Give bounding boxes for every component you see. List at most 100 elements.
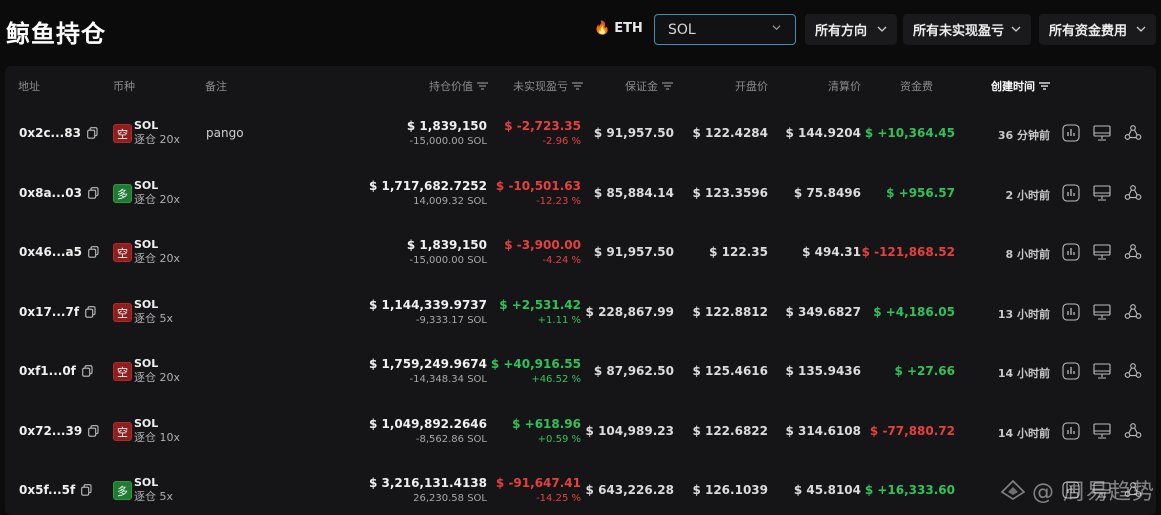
coin-cell: SOL 逐仓 5x (134, 298, 173, 326)
chart-icon[interactable] (1062, 303, 1080, 321)
address-cell[interactable]: 0x17...7f (19, 305, 96, 319)
address-text: 0x2c...83 (19, 126, 81, 140)
table-row[interactable]: 0x5f...5f 多 SOL 逐仓 5x $ 3,216,131.4138 2… (5, 461, 1156, 515)
share-icon[interactable] (1124, 422, 1142, 440)
monitor-icon[interactable] (1093, 243, 1111, 261)
address-text: 0x17...7f (19, 305, 80, 319)
position-value-cell: $ 3,216,131.4138 26,230.58 SOL (369, 476, 487, 506)
chart-icon[interactable] (1062, 184, 1080, 202)
created-time-cell: 14 小时前 (997, 427, 1050, 440)
copy-icon[interactable] (82, 365, 93, 377)
watermark-logo-icon (1000, 479, 1026, 500)
monitor-icon[interactable] (1093, 422, 1111, 440)
table-row[interactable]: 0xf1...0f 空 SOL 逐仓 20x $ 1,759,249.9674 … (5, 342, 1156, 402)
copy-icon[interactable] (81, 484, 92, 496)
monitor-icon[interactable] (1093, 184, 1111, 202)
monitor-icon[interactable] (1093, 124, 1111, 142)
entry-price-cell: $ 122.4284 (692, 126, 768, 140)
coin-search-select[interactable] (654, 14, 796, 45)
position-value: $ 1,144,339.9737 (368, 298, 487, 312)
unrealized-pnl: $ -2,723.35 (504, 119, 581, 133)
share-icon[interactable] (1124, 243, 1142, 261)
header-margin[interactable]: 保证金 (625, 78, 673, 94)
header-coin: 币种 (113, 80, 135, 93)
address-cell[interactable]: 0x5f...5f (19, 483, 92, 497)
funding-filter[interactable]: 所有资金费用 (1039, 14, 1156, 45)
coin-tab-eth[interactable]: 🔥 ETH (594, 21, 643, 36)
created-time-cell: 13 小时前 (997, 308, 1050, 321)
unrealized-pnl-cell: $ +40,916.55 +46.52 % (491, 357, 581, 387)
margin-mode: 逐仓 5x (134, 312, 174, 325)
header-unrealized-pnl[interactable]: 未实现盈亏 (513, 78, 583, 94)
side-badge: 空 (113, 124, 132, 143)
position-qty: -15,000.00 SOL (409, 136, 487, 147)
chart-icon[interactable] (1062, 124, 1080, 142)
address-cell[interactable]: 0x46...a5 (19, 245, 99, 259)
coin-cell: SOL 逐仓 20x (134, 238, 180, 266)
chevron-down-icon (772, 25, 781, 31)
chart-icon[interactable] (1062, 422, 1080, 440)
position-value-cell: $ 1,759,249.9674 -14,348.34 SOL (369, 357, 487, 387)
table-row[interactable]: 0x8a...03 多 SOL 逐仓 20x $ 1,717,682.7252 … (5, 164, 1156, 224)
address-text: 0x46...a5 (19, 245, 82, 259)
position-value-cell: $ 1,717,682.7252 14,009.32 SOL (369, 179, 487, 209)
direction-filter[interactable]: 所有方向 (805, 14, 897, 45)
monitor-icon[interactable] (1093, 303, 1111, 321)
coin-symbol: SOL (134, 179, 159, 192)
margin-cell: $ 87,962.50 (593, 364, 674, 378)
liq-price-cell: $ 314.6108 (785, 424, 861, 438)
side-badge: 多 (113, 184, 132, 203)
table-row[interactable]: 0x46...a5 空 SOL 逐仓 20x $ 1,839,150 -15,0… (5, 223, 1156, 283)
funding-filter-label: 所有资金费用 (1049, 24, 1128, 39)
copy-icon[interactable] (88, 425, 99, 437)
liq-price-cell: $ 144.9204 (785, 126, 861, 140)
chart-icon[interactable] (1062, 362, 1080, 380)
coin-cell: SOL 逐仓 20x (134, 179, 180, 207)
unrealized-pnl-cell: $ -10,501.63 -12.23 % (496, 179, 581, 209)
address-cell[interactable]: 0x2c...83 (19, 126, 98, 140)
chevron-down-icon (877, 26, 887, 32)
side-badge: 空 (113, 243, 132, 262)
coin-cell: SOL 逐仓 20x (134, 357, 180, 385)
position-value-cell: $ 1,839,150 -15,000.00 SOL (407, 119, 487, 149)
copy-icon[interactable] (85, 306, 96, 318)
sort-icon (477, 82, 488, 90)
coin-symbol: SOL (134, 476, 159, 489)
share-icon[interactable] (1124, 184, 1142, 202)
coin-search-input[interactable] (666, 21, 770, 39)
header-address: 地址 (18, 80, 40, 93)
copy-icon[interactable] (88, 187, 99, 199)
chevron-down-icon (1136, 26, 1146, 32)
unrealized-pnl: $ -10,501.63 (495, 179, 581, 193)
table-row[interactable]: 0x2c...83 空 SOL 逐仓 20x pango $ 1,839,150… (5, 104, 1156, 164)
margin-mode: 逐仓 20x (134, 371, 181, 384)
direction-filter-label: 所有方向 (815, 24, 868, 39)
address-text: 0x5f...5f (19, 483, 76, 497)
pnl-filter-label: 所有未实现盈亏 (913, 24, 1005, 39)
address-cell[interactable]: 0xf1...0f (19, 364, 93, 378)
pnl-filter[interactable]: 所有未实现盈亏 (903, 14, 1031, 45)
share-icon[interactable] (1124, 124, 1142, 142)
address-cell[interactable]: 0x8a...03 (19, 186, 99, 200)
address-cell[interactable]: 0x72...39 (19, 424, 99, 438)
table-row[interactable]: 0x17...7f 空 SOL 逐仓 5x $ 1,144,339.9737 -… (5, 283, 1156, 343)
copy-icon[interactable] (87, 127, 98, 139)
header-entry-price: 开盘价 (735, 80, 768, 93)
copy-icon[interactable] (88, 246, 99, 258)
share-icon[interactable] (1124, 303, 1142, 321)
header-position-value[interactable]: 持仓价值 (429, 78, 488, 94)
monitor-icon[interactable] (1093, 362, 1111, 380)
unrealized-pnl-pct: -4.24 % (542, 255, 581, 266)
share-icon[interactable] (1124, 362, 1142, 380)
side-badge: 空 (113, 422, 132, 441)
header-created-time[interactable]: 创建时间 (991, 78, 1050, 94)
position-qty: 14,009.32 SOL (413, 196, 487, 207)
chart-icon[interactable] (1062, 243, 1080, 261)
header-unrealized-pnl-label: 未实现盈亏 (513, 80, 568, 93)
side-badge: 空 (113, 362, 132, 381)
entry-price-cell: $ 123.3596 (692, 186, 768, 200)
coin-symbol: SOL (134, 238, 159, 251)
table-row[interactable]: 0x72...39 空 SOL 逐仓 10x $ 1,049,892.2646 … (5, 402, 1156, 462)
coin-cell: SOL 逐仓 5x (134, 476, 173, 504)
header-note: 备注 (205, 80, 227, 93)
